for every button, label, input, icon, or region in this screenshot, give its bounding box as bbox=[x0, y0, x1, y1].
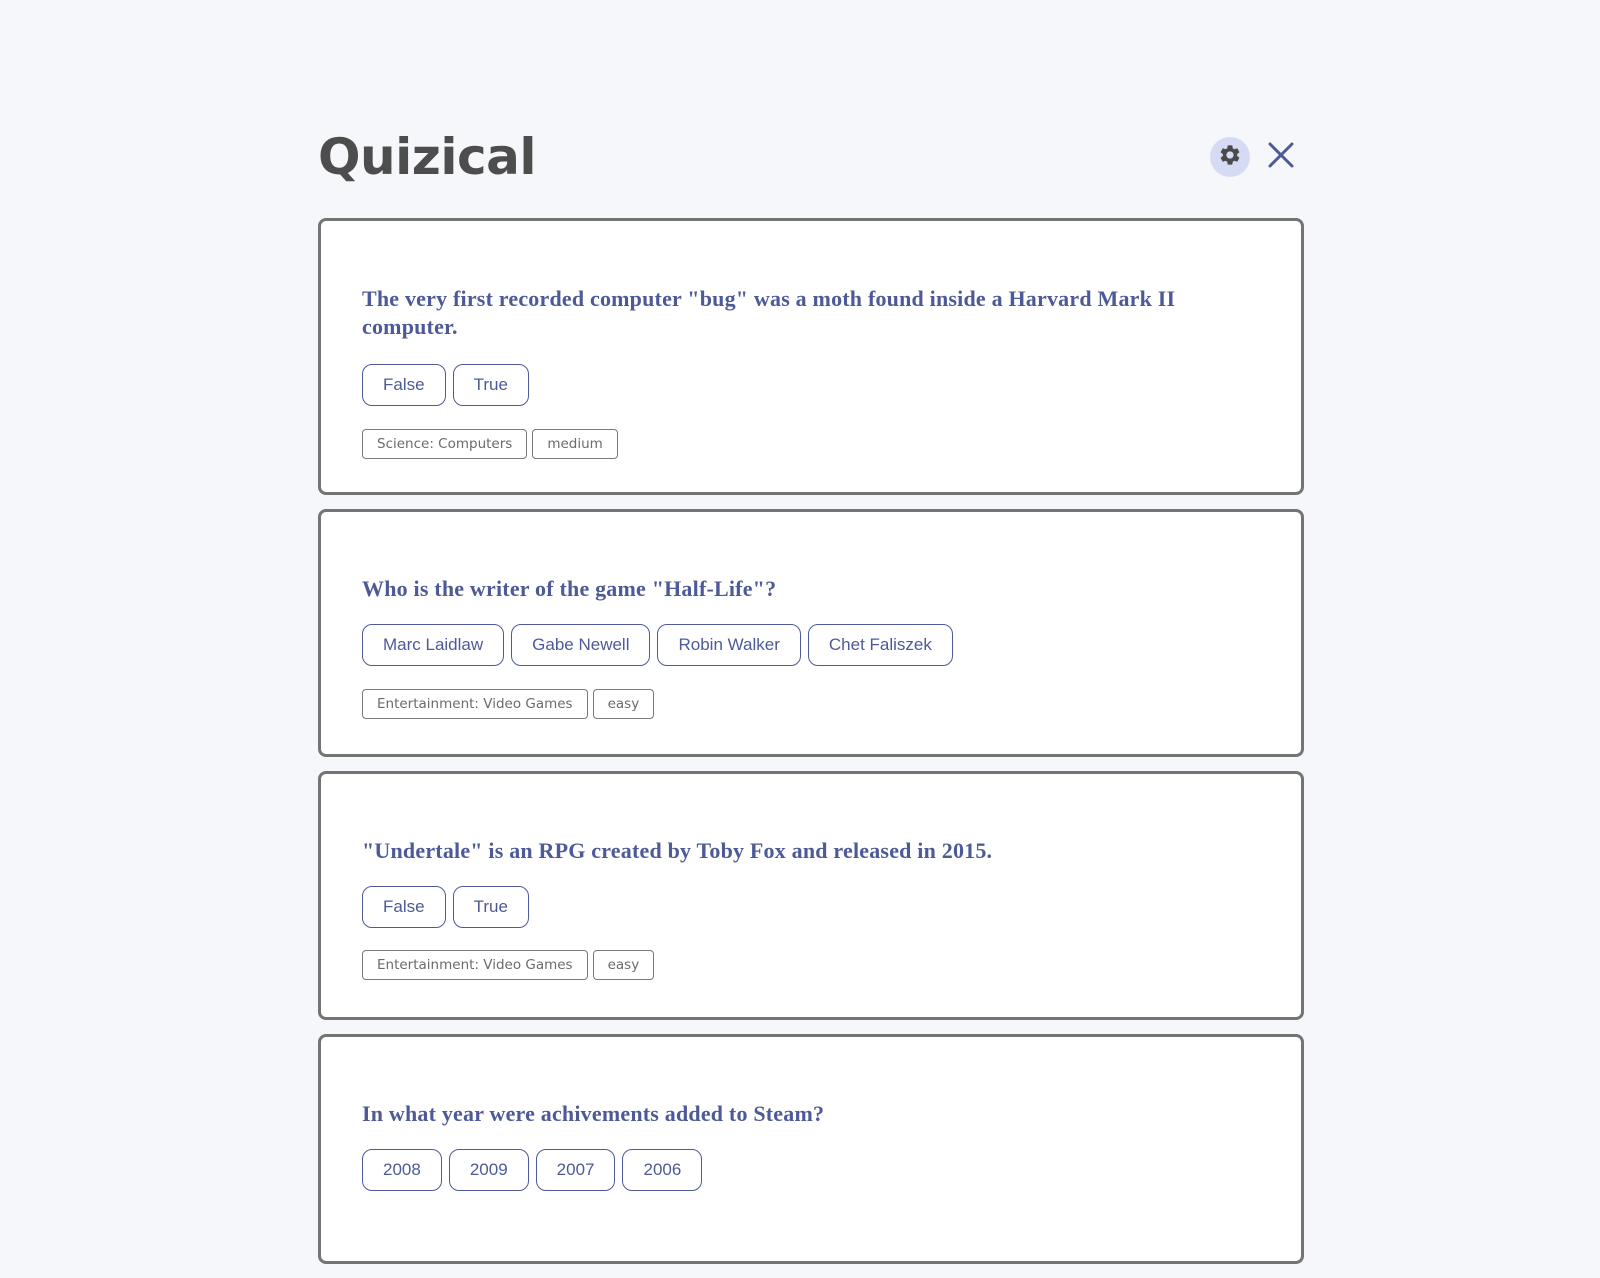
question-tags: Entertainment: Video Games easy bbox=[362, 689, 1260, 719]
question-text: The very first recorded computer "bug" w… bbox=[362, 286, 1176, 339]
close-button[interactable] bbox=[1264, 140, 1298, 174]
answer-button[interactable]: True bbox=[452, 886, 529, 928]
category-tag: Entertainment: Video Games bbox=[362, 950, 588, 980]
question-text: Who is the writer of the game "Half-Life… bbox=[362, 576, 777, 601]
close-icon bbox=[1267, 141, 1295, 174]
category-tag: Science: Computers bbox=[362, 429, 528, 459]
app-title: Quizical bbox=[318, 128, 537, 186]
answer-button[interactable]: True bbox=[452, 364, 529, 406]
answer-options: False True bbox=[362, 886, 1260, 928]
answer-button[interactable]: Chet Faliszek bbox=[807, 624, 953, 666]
answer-options: False True bbox=[362, 364, 1260, 406]
answer-button[interactable]: 2008 bbox=[362, 1149, 442, 1191]
difficulty-tag: easy bbox=[592, 950, 655, 980]
question-text: "Undertale" is an RPG created by Toby Fo… bbox=[362, 838, 993, 863]
answer-button[interactable]: False bbox=[362, 886, 446, 928]
quiz-app: Quizical The very first recorded compute… bbox=[318, 0, 1304, 1278]
question-card: The very first recorded computer "bug" w… bbox=[318, 218, 1304, 495]
answer-button[interactable]: False bbox=[362, 364, 446, 406]
gear-icon bbox=[1218, 143, 1242, 172]
question-card: In what year were achivements added to S… bbox=[318, 1034, 1304, 1264]
answer-options: 2008 2009 2007 2006 bbox=[362, 1149, 1260, 1191]
answer-button[interactable]: Robin Walker bbox=[657, 624, 801, 666]
header: Quizical bbox=[318, 0, 1304, 218]
question-tags: Entertainment: Video Games easy bbox=[362, 950, 1260, 980]
question-text: In what year were achivements added to S… bbox=[362, 1101, 825, 1126]
category-tag: Entertainment: Video Games bbox=[362, 689, 588, 719]
answer-button[interactable]: Marc Laidlaw bbox=[362, 624, 505, 666]
question-tags: Science: Computers medium bbox=[362, 429, 1260, 459]
answer-button[interactable]: 2009 bbox=[448, 1149, 529, 1191]
settings-button[interactable] bbox=[1210, 137, 1250, 177]
answer-button[interactable]: Gabe Newell bbox=[511, 624, 651, 666]
question-card: "Undertale" is an RPG created by Toby Fo… bbox=[318, 771, 1304, 1020]
answer-button[interactable]: 2007 bbox=[535, 1149, 616, 1191]
difficulty-tag: easy bbox=[592, 689, 655, 719]
answer-options: Marc Laidlaw Gabe Newell Robin Walker Ch… bbox=[362, 624, 1260, 666]
question-card: Who is the writer of the game "Half-Life… bbox=[318, 509, 1304, 757]
difficulty-tag: medium bbox=[532, 429, 618, 459]
answer-button[interactable]: 2006 bbox=[622, 1149, 703, 1191]
